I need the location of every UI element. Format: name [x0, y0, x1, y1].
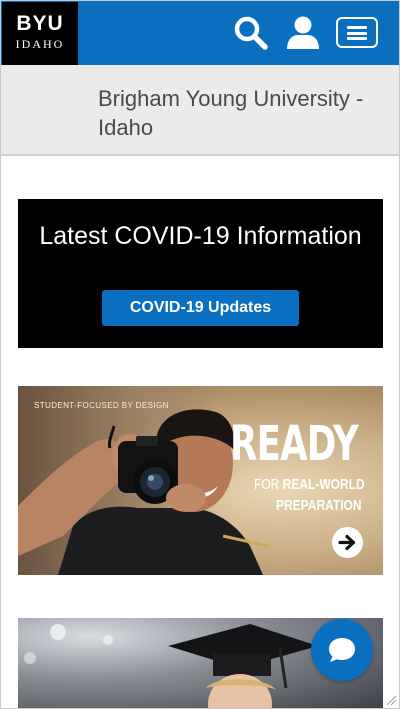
banner-subline-2: PREPARATION: [276, 497, 362, 514]
banner-subline-1: FOR REAL-WORLD: [254, 476, 365, 493]
search-icon[interactable]: [233, 15, 269, 51]
banner-headline: READY: [230, 416, 359, 472]
banner-tagline: STUDENT-FOCUSED BY DESIGN: [34, 401, 169, 410]
browser-viewport: BYU IDAHO Brigham Young University - Ida…: [0, 0, 400, 709]
site-header: BYU IDAHO: [1, 1, 399, 65]
arrow-right-icon[interactable]: [332, 527, 363, 558]
byu-idaho-logo[interactable]: BYU IDAHO: [2, 2, 78, 65]
covid-heading: Latest COVID-19 Information: [39, 222, 362, 250]
resize-grip-icon[interactable]: [385, 694, 397, 706]
covid-updates-button[interactable]: COVID-19 Updates: [102, 290, 299, 326]
page-title-band: Brigham Young University - Idaho: [1, 65, 399, 156]
logo-text-idaho: IDAHO: [15, 37, 65, 51]
ready-banner[interactable]: STUDENT-FOCUSED BY DESIGN READY FOR REAL…: [18, 386, 383, 575]
hamburger-menu-icon[interactable]: [336, 17, 378, 48]
covid-info-box: Latest COVID-19 Information COVID-19 Upd…: [18, 199, 383, 348]
page-title: Brigham Young University - Idaho: [98, 86, 364, 140]
chat-bubble-icon[interactable]: [311, 619, 373, 681]
logo-text-byu: BYU: [16, 12, 64, 35]
user-icon[interactable]: [285, 15, 321, 51]
